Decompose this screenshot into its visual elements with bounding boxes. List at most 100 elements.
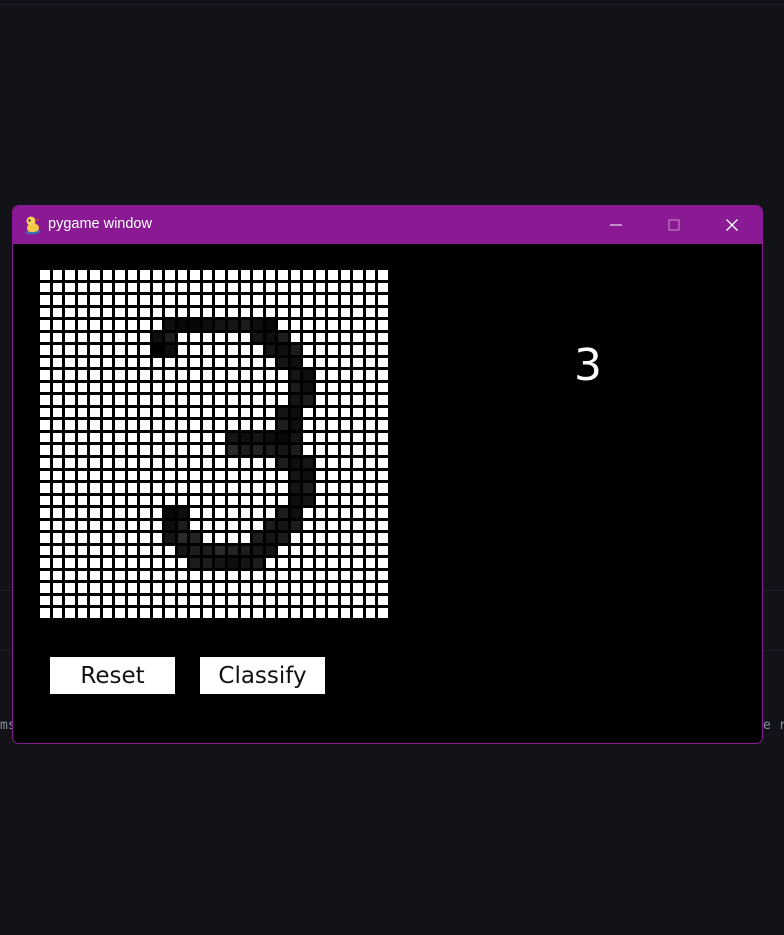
grid-cell[interactable] xyxy=(228,470,238,481)
grid-cell[interactable] xyxy=(140,345,150,355)
grid-cell[interactable] xyxy=(365,432,376,443)
grid-cell[interactable] xyxy=(90,407,100,418)
grid-cell[interactable] xyxy=(303,508,313,518)
grid-cell[interactable] xyxy=(52,570,63,581)
grid-cell[interactable] xyxy=(140,533,150,543)
grid-cell[interactable] xyxy=(265,295,276,305)
grid-cell[interactable] xyxy=(340,445,351,456)
grid-cell[interactable] xyxy=(215,608,226,618)
grid-cell[interactable] xyxy=(77,420,88,430)
grid-cell[interactable] xyxy=(240,382,251,393)
grid-cell[interactable] xyxy=(115,282,125,293)
grid-cell[interactable] xyxy=(278,382,288,393)
grid-cell[interactable] xyxy=(340,420,351,430)
grid-cell[interactable] xyxy=(202,520,213,531)
grid-cell[interactable] xyxy=(315,558,326,568)
grid-cell[interactable] xyxy=(340,282,351,293)
grid-cell[interactable] xyxy=(177,407,188,418)
grid-cell[interactable] xyxy=(102,395,113,405)
grid-cell[interactable] xyxy=(290,608,301,618)
grid-cell[interactable] xyxy=(127,545,138,556)
grid-cell[interactable] xyxy=(265,282,276,293)
grid-cell[interactable] xyxy=(140,545,150,556)
grid-cell[interactable] xyxy=(152,320,163,330)
grid-cell[interactable] xyxy=(278,558,288,568)
grid-cell[interactable] xyxy=(40,357,50,368)
grid-cell[interactable] xyxy=(127,458,138,468)
grid-cell[interactable] xyxy=(353,395,363,405)
grid-cell[interactable] xyxy=(240,307,251,318)
grid-cell[interactable] xyxy=(265,483,276,493)
grid-cell[interactable] xyxy=(152,595,163,606)
grid-cell[interactable] xyxy=(365,357,376,368)
grid-cell[interactable] xyxy=(177,307,188,318)
grid-cell[interactable] xyxy=(165,558,175,568)
grid-cell[interactable] xyxy=(190,370,200,380)
grid-cell[interactable] xyxy=(177,320,188,330)
grid-cell[interactable] xyxy=(378,420,388,430)
grid-cell[interactable] xyxy=(253,407,263,418)
grid-cell[interactable] xyxy=(353,483,363,493)
grid-cell[interactable] xyxy=(102,533,113,543)
grid-cell[interactable] xyxy=(52,382,63,393)
grid-cell[interactable] xyxy=(365,295,376,305)
grid-cell[interactable] xyxy=(240,407,251,418)
grid-cell[interactable] xyxy=(228,370,238,380)
grid-cell[interactable] xyxy=(165,270,175,280)
grid-cell[interactable] xyxy=(65,608,75,618)
grid-cell[interactable] xyxy=(303,495,313,506)
grid-cell[interactable] xyxy=(102,432,113,443)
grid-cell[interactable] xyxy=(240,458,251,468)
grid-cell[interactable] xyxy=(65,583,75,593)
grid-cell[interactable] xyxy=(215,382,226,393)
grid-cell[interactable] xyxy=(202,495,213,506)
grid-cell[interactable] xyxy=(52,595,63,606)
grid-cell[interactable] xyxy=(90,508,100,518)
grid-cell[interactable] xyxy=(202,282,213,293)
grid-cell[interactable] xyxy=(265,320,276,330)
grid-cell[interactable] xyxy=(353,320,363,330)
grid-cell[interactable] xyxy=(77,407,88,418)
grid-cell[interactable] xyxy=(328,307,338,318)
grid-cell[interactable] xyxy=(115,608,125,618)
grid-cell[interactable] xyxy=(253,595,263,606)
grid-cell[interactable] xyxy=(152,270,163,280)
grid-cell[interactable] xyxy=(228,458,238,468)
grid-cell[interactable] xyxy=(115,583,125,593)
grid-cell[interactable] xyxy=(90,420,100,430)
grid-cell[interactable] xyxy=(240,332,251,343)
grid-cell[interactable] xyxy=(265,357,276,368)
grid-cell[interactable] xyxy=(177,345,188,355)
grid-cell[interactable] xyxy=(378,570,388,581)
grid-cell[interactable] xyxy=(65,495,75,506)
grid-cell[interactable] xyxy=(240,533,251,543)
grid-cell[interactable] xyxy=(65,570,75,581)
grid-cell[interactable] xyxy=(90,470,100,481)
grid-cell[interactable] xyxy=(253,483,263,493)
grid-cell[interactable] xyxy=(265,520,276,531)
grid-cell[interactable] xyxy=(265,458,276,468)
grid-cell[interactable] xyxy=(353,495,363,506)
grid-cell[interactable] xyxy=(253,295,263,305)
grid-cell[interactable] xyxy=(202,595,213,606)
grid-cell[interactable] xyxy=(290,558,301,568)
grid-cell[interactable] xyxy=(127,595,138,606)
grid-cell[interactable] xyxy=(315,370,326,380)
grid-cell[interactable] xyxy=(228,495,238,506)
grid-cell[interactable] xyxy=(190,558,200,568)
grid-cell[interactable] xyxy=(127,320,138,330)
grid-cell[interactable] xyxy=(253,445,263,456)
grid-cell[interactable] xyxy=(152,282,163,293)
grid-cell[interactable] xyxy=(152,558,163,568)
grid-cell[interactable] xyxy=(240,370,251,380)
grid-cell[interactable] xyxy=(315,432,326,443)
grid-cell[interactable] xyxy=(190,382,200,393)
grid-cell[interactable] xyxy=(40,307,50,318)
grid-cell[interactable] xyxy=(215,370,226,380)
grid-cell[interactable] xyxy=(265,395,276,405)
grid-cell[interactable] xyxy=(65,520,75,531)
grid-cell[interactable] xyxy=(152,470,163,481)
grid-cell[interactable] xyxy=(290,583,301,593)
grid-cell[interactable] xyxy=(303,345,313,355)
grid-cell[interactable] xyxy=(378,320,388,330)
